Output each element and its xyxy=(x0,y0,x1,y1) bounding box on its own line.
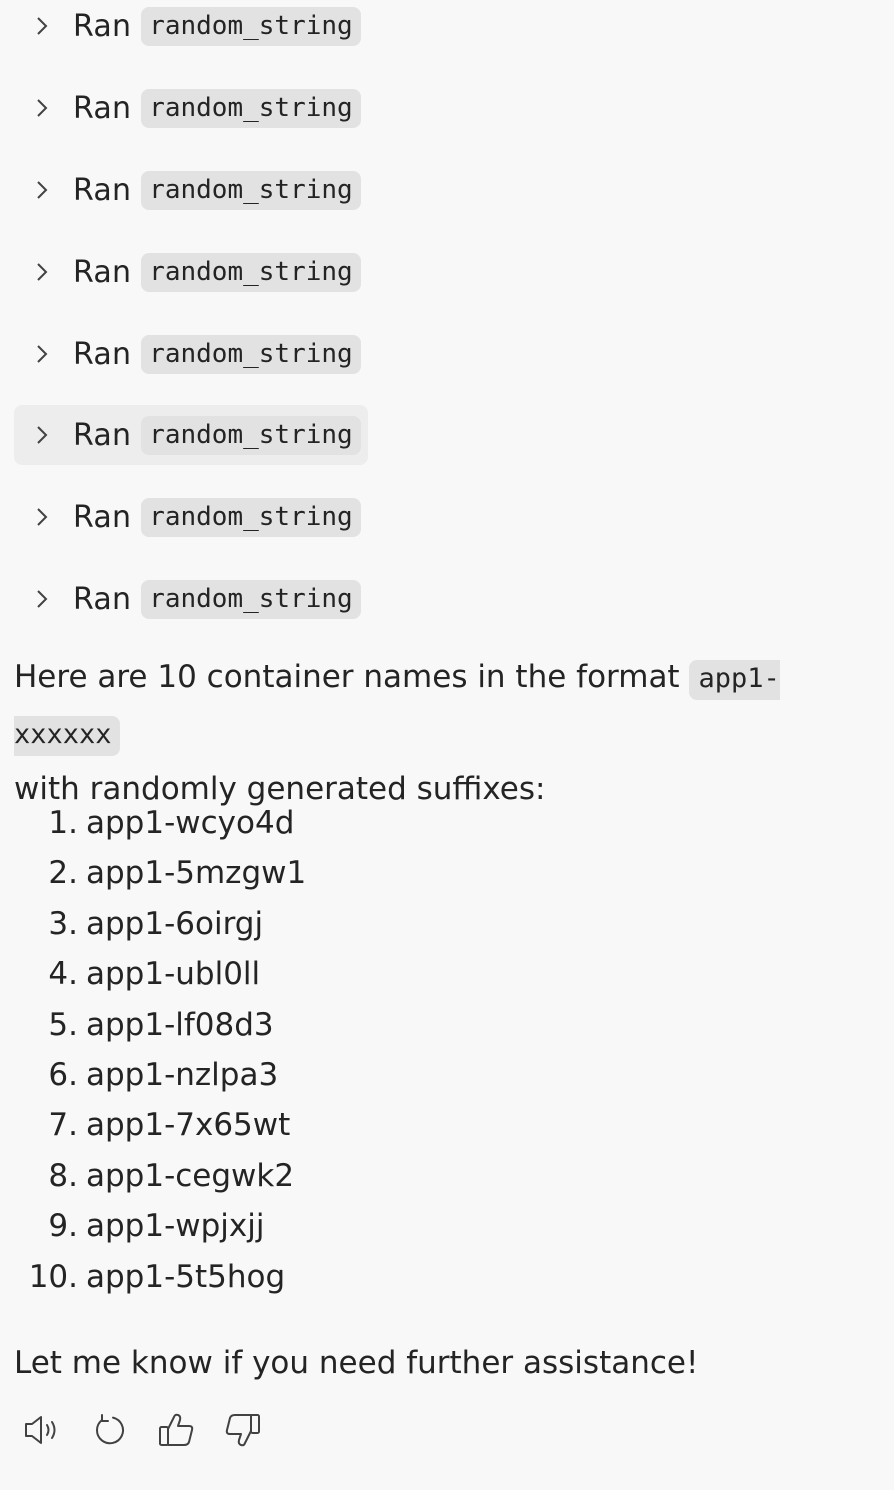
tool-call-label: Ran xyxy=(73,90,132,126)
container-name: app1-ubl0ll xyxy=(86,956,261,993)
list-number: 8. xyxy=(48,1157,78,1194)
list-number: 1. xyxy=(48,805,78,841)
list-item: 6. app1-nzlpa3 xyxy=(14,1050,814,1100)
closing-text: Let me know if you need further assistan… xyxy=(14,1345,699,1381)
tool-call-row[interactable]: Ran random_string xyxy=(14,160,368,220)
tool-name-code: random_string xyxy=(141,334,361,374)
list-item: 2. app1-5mzgw1 xyxy=(14,848,814,898)
tool-call-label: Ran xyxy=(73,336,132,372)
speaker-icon xyxy=(22,1412,62,1452)
list-number: 6. xyxy=(48,1056,78,1093)
chevron-right-icon xyxy=(20,86,64,130)
thumbs-down-button[interactable] xyxy=(215,1404,271,1460)
list-item: 5. app1-lf08d3 xyxy=(14,1000,814,1050)
read-aloud-button[interactable] xyxy=(14,1404,70,1460)
tool-name-code: random_string xyxy=(141,88,361,128)
intro-text: Here are 10 container names in the forma… xyxy=(14,659,690,695)
list-number: 7. xyxy=(48,1107,78,1144)
list-number: 5. xyxy=(48,1006,78,1043)
container-name: app1-wcyo4d xyxy=(86,805,295,841)
container-name: app1-7x65wt xyxy=(86,1107,291,1144)
container-name: app1-lf08d3 xyxy=(86,1006,274,1043)
tool-call-label: Ran xyxy=(73,417,132,453)
thumbs-down-icon xyxy=(224,1411,262,1453)
list-number: 4. xyxy=(48,956,78,993)
regenerate-icon xyxy=(91,1412,127,1452)
tool-call-row[interactable]: Ran random_string xyxy=(14,0,368,56)
tool-call-row[interactable]: Ran random_string xyxy=(14,405,368,465)
container-name: app1-wpjxjj xyxy=(86,1208,265,1245)
tool-call-label: Ran xyxy=(73,254,132,290)
tool-call-row[interactable]: Ran random_string xyxy=(14,78,368,138)
list-number: 9. xyxy=(48,1208,78,1245)
tool-call-label: Ran xyxy=(73,172,132,208)
list-item: 3. app1-6oirgj xyxy=(14,899,814,949)
container-name: app1-6oirgj xyxy=(86,905,264,942)
tool-call-label: Ran xyxy=(73,499,132,535)
tool-call-label: Ran xyxy=(73,8,132,44)
chevron-right-icon xyxy=(20,250,64,294)
container-name: app1-nzlpa3 xyxy=(86,1056,279,1093)
tool-name-code: random_string xyxy=(141,6,361,46)
thumbs-up-button[interactable] xyxy=(148,1404,204,1460)
tool-name-code: random_string xyxy=(141,579,361,619)
list-item: 8. app1-cegwk2 xyxy=(14,1151,814,1201)
tool-call-row[interactable]: Ran random_string xyxy=(14,324,368,384)
tool-name-code: random_string xyxy=(141,415,361,455)
container-name: app1-cegwk2 xyxy=(86,1157,295,1194)
container-name: app1-5mzgw1 xyxy=(86,855,307,892)
tool-name-code: random_string xyxy=(141,170,361,210)
chevron-right-icon xyxy=(20,332,64,376)
chevron-right-icon xyxy=(20,577,64,621)
container-name: app1-5t5hog xyxy=(86,1258,286,1295)
intro-paragraph: Here are 10 container names in the forma… xyxy=(14,650,880,817)
chevron-right-icon xyxy=(20,413,64,457)
tool-name-code: random_string xyxy=(141,252,361,292)
tool-call-row[interactable]: Ran random_string xyxy=(14,242,368,302)
tool-call-label: Ran xyxy=(73,581,132,617)
message-actions xyxy=(14,1404,282,1460)
chevron-right-icon xyxy=(20,495,64,539)
tool-name-code: random_string xyxy=(141,497,361,537)
list-number: 3. xyxy=(48,905,78,942)
list-item: 9. app1-wpjxjj xyxy=(14,1201,814,1251)
list-number: 10. xyxy=(28,1258,78,1295)
regenerate-button[interactable] xyxy=(81,1404,137,1460)
list-item: 4. app1-ubl0ll xyxy=(14,949,814,999)
chevron-right-icon xyxy=(20,4,64,48)
list-item: 10. app1-5t5hog xyxy=(14,1252,814,1302)
list-number: 2. xyxy=(48,855,78,892)
thumbs-up-icon xyxy=(157,1411,195,1453)
list-item: 7. app1-7x65wt xyxy=(14,1100,814,1150)
tool-call-row[interactable]: Ran random_string xyxy=(14,569,368,629)
chevron-right-icon xyxy=(20,168,64,212)
container-names-list: 1. app1-wcyo4d 2. app1-5mzgw1 3. app1-6oirg… xyxy=(14,798,814,1302)
list-item: 1. app1-wcyo4d xyxy=(14,798,814,848)
tool-call-row[interactable]: Ran random_string xyxy=(14,487,368,547)
